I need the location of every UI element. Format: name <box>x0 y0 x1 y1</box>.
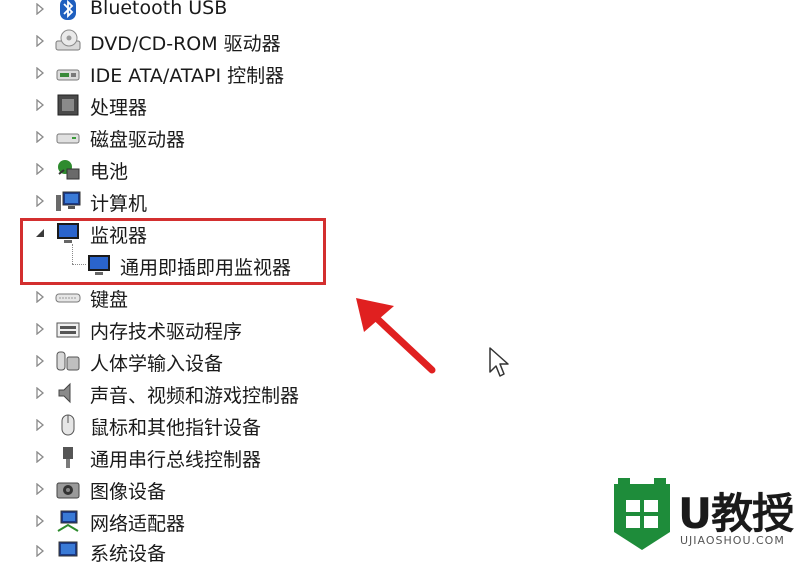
speaker-icon <box>55 381 81 405</box>
tree-item-label: 通用串行总线控制器 <box>90 449 262 471</box>
system-device-icon <box>55 539 81 563</box>
watermark-site: UJIAOSHOU.COM <box>680 534 785 547</box>
tree-item-bluetooth[interactable]: Bluetooth USB <box>0 0 330 24</box>
tree-item-hid[interactable]: 人体学输入设备 <box>0 346 330 376</box>
expand-arrow-icon[interactable] <box>34 66 46 80</box>
disk-drive-icon <box>55 125 81 149</box>
expand-arrow-icon[interactable] <box>34 290 46 304</box>
tree-item-label: DVD/CD-ROM 驱动器 <box>90 33 281 55</box>
tree-item-label: 键盘 <box>90 289 129 311</box>
tree-item-memory-technology[interactable]: 内存技术驱动程序 <box>0 314 330 344</box>
expand-arrow-icon[interactable] <box>34 194 46 208</box>
usb-icon <box>55 445 81 469</box>
tree-item-mouse[interactable]: 鼠标和其他指针设备 <box>0 410 330 440</box>
watermark-brand: U教授 <box>678 489 794 538</box>
expand-arrow-icon[interactable] <box>34 482 46 496</box>
tree-item-label: IDE ATA/ATAPI 控制器 <box>90 65 285 87</box>
tree-item-label: 磁盘驱动器 <box>90 129 186 151</box>
red-arrow-icon <box>356 298 436 374</box>
tree-item-label: Bluetooth USB <box>90 0 228 19</box>
tree-item-ide-controller[interactable]: IDE ATA/ATAPI 控制器 <box>0 58 330 88</box>
optical-drive-icon <box>55 29 81 53</box>
hid-icon <box>55 349 81 373</box>
expand-arrow-icon[interactable] <box>34 418 46 432</box>
tree-item-label: 处理器 <box>90 97 148 119</box>
tree-item-label: 网络适配器 <box>90 513 186 535</box>
tree-item-sound-video-game[interactable]: 声音、视频和游戏控制器 <box>0 378 330 408</box>
tree-item-label: 内存技术驱动程序 <box>90 321 243 343</box>
memory-icon <box>55 317 81 341</box>
bluetooth-icon <box>55 0 81 21</box>
tree-item-processor[interactable]: 处理器 <box>0 90 330 120</box>
tree-item-computer[interactable]: 计算机 <box>0 186 330 216</box>
tree-item-network-adapters[interactable]: 网络适配器 <box>0 506 330 536</box>
expand-arrow-icon[interactable] <box>34 162 46 176</box>
expand-arrow-icon[interactable] <box>34 386 46 400</box>
processor-icon <box>55 93 81 117</box>
mouse-icon <box>55 413 81 437</box>
mouse-cursor-icon <box>489 347 509 377</box>
tree-item-label: 图像设备 <box>90 481 167 503</box>
tree-item-system-devices[interactable]: 系统设备 <box>0 536 330 566</box>
tree-item-label: 人体学输入设备 <box>90 353 224 375</box>
highlight-box <box>20 218 326 285</box>
shield-logo-icon <box>614 478 670 550</box>
expand-arrow-icon[interactable] <box>34 130 46 144</box>
tree-item-disk-drive[interactable]: 磁盘驱动器 <box>0 122 330 152</box>
keyboard-icon <box>55 285 81 309</box>
tree-item-battery[interactable]: 电池 <box>0 154 330 184</box>
tree-item-label: 系统设备 <box>90 543 167 565</box>
tree-item-label: 鼠标和其他指针设备 <box>90 417 262 439</box>
tree-item-dvd-cdrom[interactable]: DVD/CD-ROM 驱动器 <box>0 26 330 56</box>
expand-arrow-icon[interactable] <box>34 2 46 16</box>
tree-item-label: 声音、视频和游戏控制器 <box>90 385 300 407</box>
expand-arrow-icon[interactable] <box>34 544 46 558</box>
expand-arrow-icon[interactable] <box>34 34 46 48</box>
expand-arrow-icon[interactable] <box>34 322 46 336</box>
expand-arrow-icon[interactable] <box>34 354 46 368</box>
tree-item-label: 电池 <box>90 161 129 183</box>
expand-arrow-icon[interactable] <box>34 98 46 112</box>
network-icon <box>55 509 81 533</box>
expand-arrow-icon[interactable] <box>34 514 46 528</box>
battery-icon <box>55 157 81 181</box>
watermark-logo: U教授 UJIAOSHOU.COM <box>606 474 800 560</box>
tree-item-label: 计算机 <box>90 193 148 215</box>
tree-item-keyboard[interactable]: 键盘 <box>0 282 330 312</box>
tree-item-imaging-devices[interactable]: 图像设备 <box>0 474 330 504</box>
computer-icon <box>55 189 81 213</box>
camera-icon <box>55 477 81 501</box>
ide-controller-icon <box>55 61 81 85</box>
tree-item-usb-controllers[interactable]: 通用串行总线控制器 <box>0 442 330 472</box>
expand-arrow-icon[interactable] <box>34 450 46 464</box>
